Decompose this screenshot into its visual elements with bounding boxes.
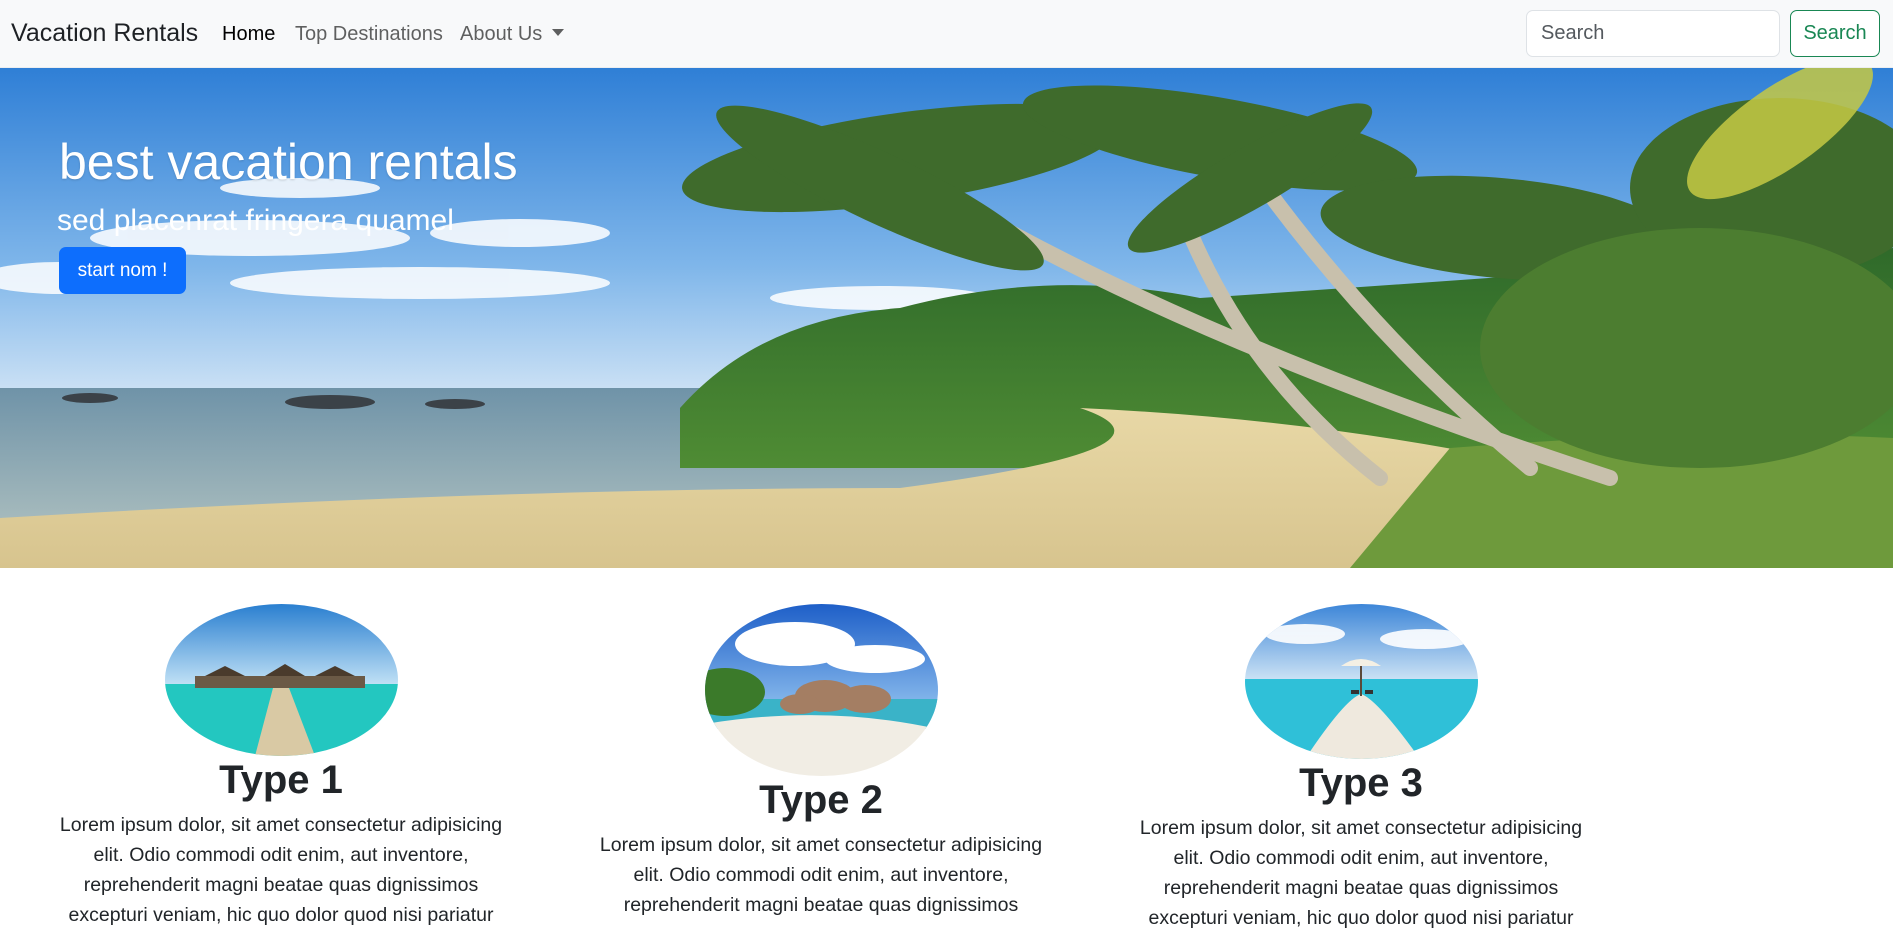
card-text: Lorem ipsum dolor, sit amet consectetur … xyxy=(59,814,503,926)
search-button[interactable]: Search xyxy=(1790,10,1880,57)
card-type-3: Type 3 Lorem ipsum dolor, sit amet conse… xyxy=(1131,604,1591,933)
card-title: Type 2 xyxy=(759,778,883,822)
card-type-2: Type 2 Lorem ipsum dolor, sit amet conse… xyxy=(591,604,1051,920)
hero-title: best vacation rentals xyxy=(59,134,518,190)
card-title: Type 3 xyxy=(1299,761,1423,805)
card-title: Type 1 xyxy=(219,758,343,802)
rocky-beach-image xyxy=(704,604,938,776)
chevron-down-icon xyxy=(552,29,565,37)
navbar: Vacation Rentals Home Top Destinations A… xyxy=(0,0,1893,68)
nav-about-us-dropdown[interactable]: About Us xyxy=(460,21,565,47)
nav-top-destinations[interactable]: Top Destinations xyxy=(295,21,443,47)
card-text: Lorem ipsum dolor, sit amet consectetur … xyxy=(1139,817,1583,929)
overwater-villa-image xyxy=(164,604,398,756)
card-type-1: Type 1 Lorem ipsum dolor, sit amet conse… xyxy=(51,604,511,930)
hero-banner: best vacation rentals sed placenrat frin… xyxy=(0,68,1893,568)
nav-home[interactable]: Home xyxy=(222,21,275,47)
brand-logo[interactable]: Vacation Rentals xyxy=(11,18,198,48)
card-text: Lorem ipsum dolor, sit amet consectetur … xyxy=(599,834,1043,916)
sandbar-umbrella-image xyxy=(1244,604,1478,759)
hero-subtitle: sed placenrat fringera quamel xyxy=(57,204,454,237)
search-input[interactable] xyxy=(1526,10,1780,57)
start-now-button[interactable]: start nom ! xyxy=(59,247,186,294)
nav-about-us-label: About Us xyxy=(460,23,543,45)
